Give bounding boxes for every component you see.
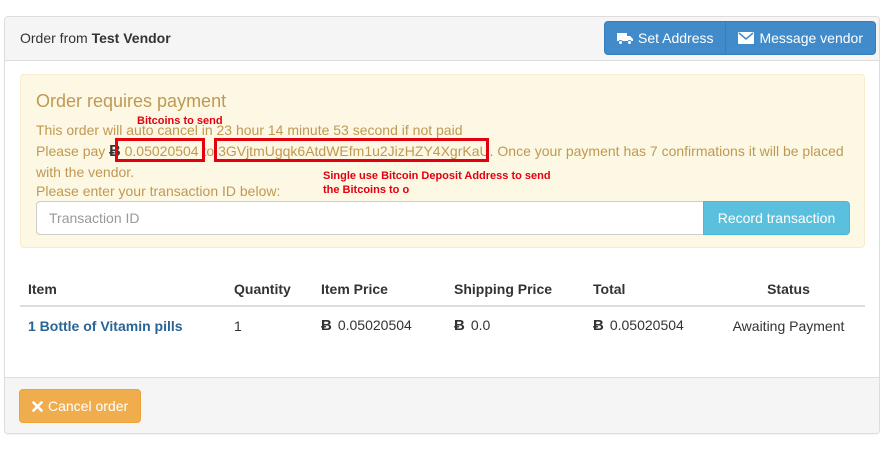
bitcoin-icon: Ƀ <box>109 143 121 160</box>
truck-icon <box>616 32 633 45</box>
order-panel: Order from Test Vendor Set Address Messa… <box>4 16 880 434</box>
deposit-address: 3GVjtmUgqk6AtdWEfm1u2JizHZY4XgrKaU <box>218 143 490 159</box>
address-annotation-line1: Single use Bitcoin Deposit Address to se… <box>323 170 551 182</box>
cancel-order-button[interactable]: Cancel order <box>19 389 142 423</box>
item-price-value: 0.05020504 <box>337 317 412 333</box>
record-transaction-button[interactable]: Record transaction <box>703 201 850 235</box>
order-items-table: Item Quantity Item Price Shipping Price … <box>20 272 865 344</box>
column-header-item-price: Item Price <box>313 272 446 307</box>
column-header-total: Total <box>585 272 712 307</box>
payment-alert: Order requires payment This order will a… <box>20 74 865 248</box>
total-value: 0.05020504 <box>609 317 684 333</box>
bitcoin-icon: Ƀ <box>321 317 332 334</box>
column-header-quantity: Quantity <box>226 272 313 307</box>
cell-quantity: 1 <box>234 317 242 334</box>
set-address-label: Set Address <box>637 30 714 46</box>
pay-prefix: Please pay <box>36 143 106 159</box>
column-header-status: Status <box>712 272 865 307</box>
column-header-item: Item <box>20 272 226 307</box>
bitcoin-icon: Ƀ <box>454 317 465 334</box>
message-vendor-button[interactable]: Message vendor <box>725 21 876 55</box>
cell-status: Awaiting Payment <box>732 317 845 334</box>
alert-title: Order requires payment <box>36 91 227 111</box>
header-button-group: Set Address Message vendor <box>603 21 876 55</box>
column-header-shipping-price: Shipping Price <box>446 272 585 307</box>
set-address-button[interactable]: Set Address <box>603 21 727 55</box>
to-word: to <box>202 143 215 159</box>
order-title: Order from Test Vendor <box>20 30 171 46</box>
panel-footer: Cancel order <box>5 377 879 433</box>
envelope-icon <box>738 32 755 44</box>
item-link[interactable]: 1 Bottle of Vitamin pills <box>28 318 183 334</box>
cell-item-price: Ƀ 0.05020504 <box>313 306 446 344</box>
transaction-id-input[interactable] <box>36 201 704 235</box>
transaction-prompt: Please enter your transaction ID below: <box>36 183 281 199</box>
message-vendor-label: Message vendor <box>759 30 863 46</box>
panel-heading: Order from Test Vendor Set Address Messa… <box>5 17 879 61</box>
cell-shipping-price: Ƀ 0.0 <box>446 306 585 344</box>
vendor-name: Test Vendor <box>91 30 171 46</box>
shipping-price-value: 0.0 <box>470 317 491 333</box>
table-header-row: Item Quantity Item Price Shipping Price … <box>20 272 865 307</box>
close-icon <box>32 400 43 412</box>
cell-item: 1 Bottle of Vitamin pills <box>20 306 226 344</box>
cancel-order-label: Cancel order <box>48 398 129 414</box>
bitcoin-icon: Ƀ <box>593 317 604 334</box>
amount-annotation: Bitcoins to send <box>137 115 223 127</box>
address-annotation-line2: the Bitcoins to o <box>323 184 410 196</box>
payment-amount: 0.05020504 <box>124 143 199 159</box>
order-title-prefix: Order from <box>20 30 88 46</box>
cell-total: Ƀ 0.05020504 <box>585 306 712 344</box>
table-row: 1 Bottle of Vitamin pills 1 Ƀ 0.05020504 … <box>20 306 865 344</box>
auto-cancel-notice: This order will auto cancel in 23 hour 1… <box>36 122 463 138</box>
